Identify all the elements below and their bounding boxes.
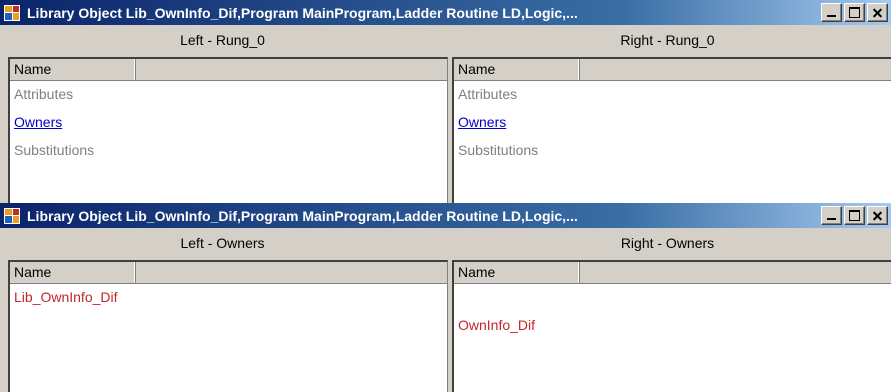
list-item-substitutions[interactable]: Substitutions [454, 137, 891, 165]
name-column-header[interactable]: Name [10, 59, 136, 80]
maximize-button[interactable] [844, 3, 865, 22]
maximize-button[interactable] [844, 206, 865, 225]
compare-window-rung: Library Object Lib_OwnInfo_Dif,Program M… [0, 0, 891, 212]
column-header-empty[interactable] [580, 262, 891, 283]
list-item-owners[interactable]: Owners [454, 109, 891, 137]
title-bar[interactable]: Library Object Lib_OwnInfo_Dif,Program M… [0, 203, 891, 228]
window-title: Library Object Lib_OwnInfo_Dif,Program M… [27, 4, 578, 21]
name-column-header[interactable]: Name [454, 59, 580, 80]
app-icon [3, 206, 21, 225]
minimize-button[interactable] [821, 3, 842, 22]
list-item-spacer [454, 284, 891, 312]
right-list-view[interactable]: Name Attributes Owners Substitutions [452, 57, 891, 212]
list-item-attributes[interactable]: Attributes [454, 81, 891, 109]
list-item-owner[interactable]: OwnInfo_Dif [454, 312, 891, 340]
column-header-empty[interactable] [580, 59, 891, 80]
left-list-view[interactable]: Name Lib_OwnInfo_Dif [8, 260, 448, 392]
compare-window-owners: Library Object Lib_OwnInfo_Dif,Program M… [0, 203, 891, 392]
close-button[interactable] [867, 3, 888, 22]
name-column-header[interactable]: Name [10, 262, 136, 283]
left-pane-header: Left - Owners [180, 235, 265, 251]
list-item-owners[interactable]: Owners [10, 109, 447, 137]
list-item-attributes[interactable]: Attributes [10, 81, 447, 109]
minimize-button[interactable] [821, 206, 842, 225]
list-item-owner[interactable]: Lib_OwnInfo_Dif [10, 284, 447, 312]
right-pane-header: Right - Rung_0 [620, 32, 715, 48]
window-title: Library Object Lib_OwnInfo_Dif,Program M… [27, 207, 578, 224]
close-button[interactable] [867, 206, 888, 225]
right-pane-header: Right - Owners [620, 235, 715, 251]
right-list-view[interactable]: Name OwnInfo_Dif [452, 260, 891, 392]
left-list-view[interactable]: Name Attributes Owners Substitutions [8, 57, 448, 212]
left-pane-header: Left - Rung_0 [180, 32, 265, 48]
list-item-substitutions[interactable]: Substitutions [10, 137, 447, 165]
title-bar[interactable]: Library Object Lib_OwnInfo_Dif,Program M… [0, 0, 891, 25]
column-header-empty[interactable] [136, 262, 447, 283]
name-column-header[interactable]: Name [454, 262, 580, 283]
app-icon [3, 3, 21, 22]
column-header-empty[interactable] [136, 59, 447, 80]
